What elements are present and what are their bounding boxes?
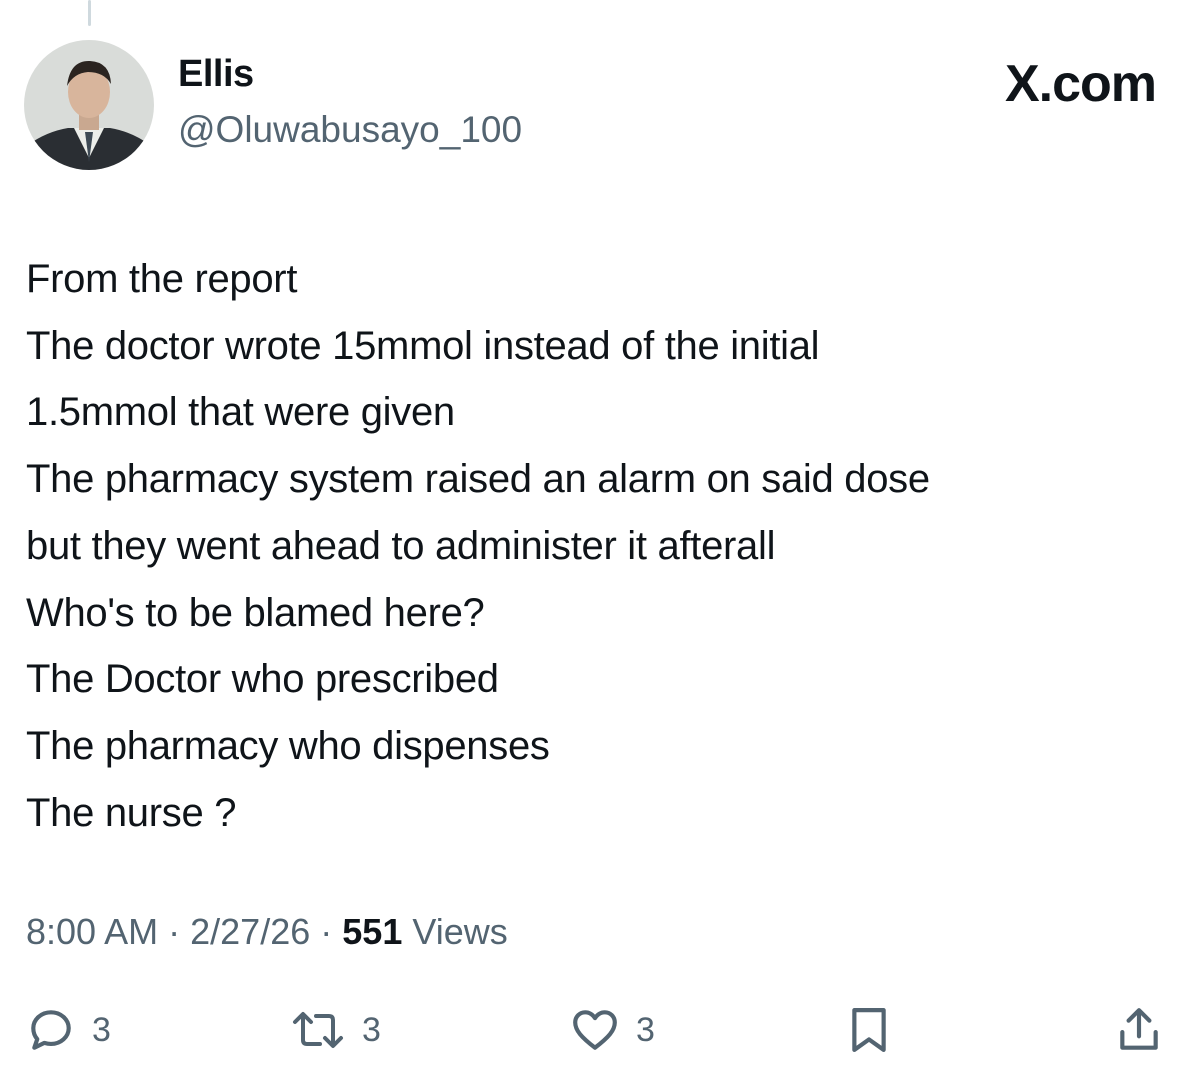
meta-separator: · [168,911,181,952]
tweet-text-line: From the report [26,257,298,301]
reply-button[interactable]: 3 [26,998,111,1062]
thread-connector-line [88,0,91,26]
tweet-text-line: The pharmacy who dispenses [26,723,550,768]
tweet-date[interactable]: 2/27/26 [190,911,310,952]
like-count: 3 [636,1010,655,1049]
tweet-time[interactable]: 8:00 AM [26,911,158,952]
tweet-actions-bar: 3 3 3 [0,998,1200,1062]
author-handle[interactable]: @Oluwabusayo_100 [178,109,522,151]
tweet-text-line: 1.5mmol that were given [26,390,455,435]
reply-count: 3 [92,1010,111,1049]
tweet-text-line: The doctor wrote 15mmol instead of the i… [26,323,820,368]
author-display-name[interactable]: Ellis [178,53,254,96]
avatar[interactable] [24,40,154,170]
share-icon [1120,1008,1158,1050]
like-button[interactable]: 3 [570,998,655,1062]
brand-logo: X.com [1004,55,1157,113]
repost-count: 3 [362,1010,381,1049]
tweet-text-line: The Doctor who prescribed [26,657,499,702]
meta-separator: · [320,911,333,952]
views-label: Views [412,911,508,952]
tweet-text-line: but they went ahead to administer it aft… [26,523,776,568]
bookmark-button[interactable] [846,998,892,1062]
tweet-text: From the report The doctor wrote 15mmol … [26,246,1186,846]
share-button[interactable] [1114,998,1164,1062]
tweet-text-line: The pharmacy system raised an alarm on s… [26,457,930,502]
heart-icon [573,1010,617,1050]
repost-icon [293,1012,343,1048]
tweet-meta: 8:00 AM · 2/27/26 · 551 Views [26,910,508,953]
profile-photo-icon [24,40,154,170]
reply-icon [31,1010,71,1050]
repost-button[interactable]: 3 [290,998,381,1062]
tweet-text-line: The nurse ? [26,790,237,835]
tweet-text-line: Who's to be blamed here? [26,590,485,635]
views-count: 551 [342,911,403,952]
bookmark-icon [852,1008,886,1052]
